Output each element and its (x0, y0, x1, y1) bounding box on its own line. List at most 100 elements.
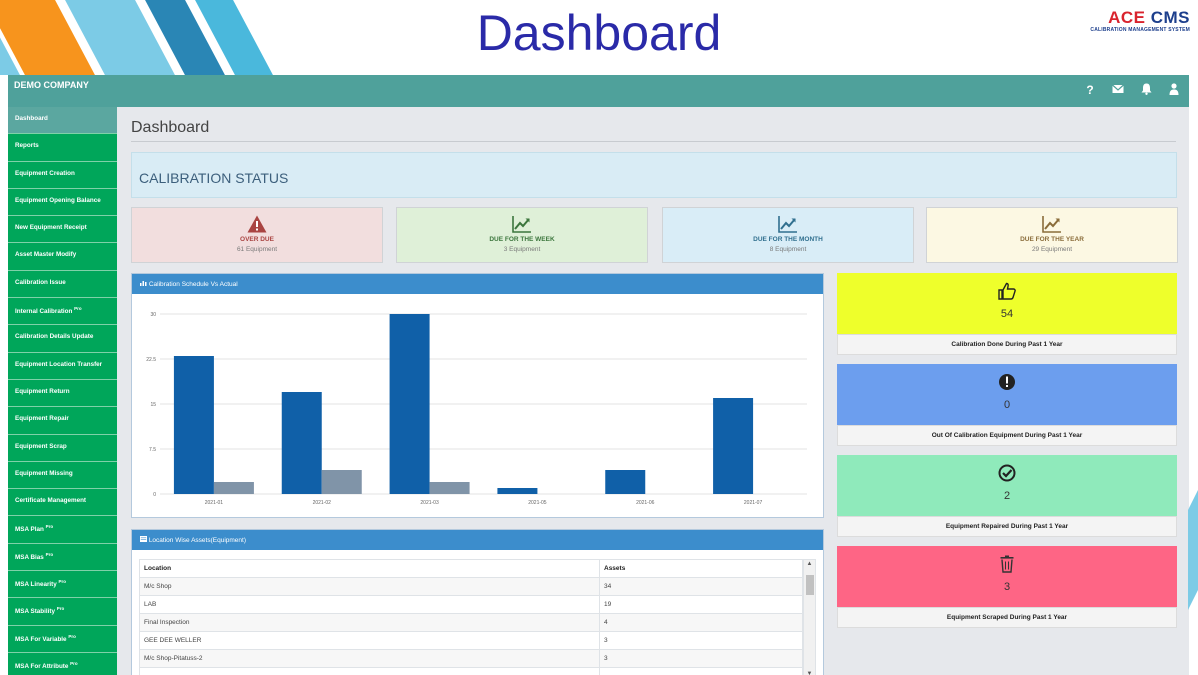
sidebar-item[interactable]: Calibration Details Update (8, 325, 117, 353)
kpi-card[interactable]: 54 Calibration Done During Past 1 Year (837, 273, 1177, 355)
sidebar-item[interactable]: Certificate Management (8, 489, 117, 517)
x-tick-label: 2021-05 (528, 500, 547, 506)
status-card-count: 29 Equipment (1031, 246, 1073, 253)
sidebar-item[interactable]: Calibration Issue (8, 271, 117, 299)
sidebar-item-label: Equipment Missing (15, 469, 73, 477)
thumbs-up-icon (997, 281, 1017, 301)
sidebar-item-label: Asset Master Modify (15, 251, 77, 259)
kpi-card[interactable]: 0 Out Of Calibration Equipment During Pa… (837, 364, 1177, 446)
table-row[interactable]: GEE DEE WELLER 3 (139, 631, 803, 650)
kpi-label: Equipment Scraped During Past 1 Year (837, 607, 1177, 628)
sidebar-item[interactable]: New Equipment Receipt (8, 216, 117, 244)
logo-ace-text: ACE (1108, 8, 1146, 27)
location-assets-table: Location Assets M/c Shop 34 LAB 19 Final Ins… (139, 559, 803, 675)
status-card-count: 3 Equipment (503, 246, 541, 253)
trend-up-icon (397, 215, 647, 235)
y-tick-label: 0 (153, 492, 156, 498)
warning-icon (132, 215, 382, 235)
sidebar-item[interactable]: Equipment Opening Balance (8, 189, 117, 217)
bell-icon[interactable] (1139, 83, 1153, 98)
table-icon (140, 536, 147, 542)
sidebar-item[interactable]: Equipment Repair (8, 407, 117, 435)
sidebar-item[interactable]: Reports (8, 134, 117, 162)
bar (321, 470, 362, 494)
sidebar-item-label: MSA Stability (15, 608, 56, 616)
location-cell (139, 667, 600, 675)
company-name: DEMO COMPANY (14, 80, 89, 90)
x-tick-label: 2021-07 (744, 500, 763, 506)
status-card-title: DUE FOR THE YEAR (1020, 236, 1084, 243)
sidebar-item[interactable]: MSA Stability Pro (8, 598, 117, 626)
check-circle-icon (997, 463, 1017, 483)
sidebar-item[interactable]: MSA Linearity Pro (8, 571, 117, 599)
kpi-card[interactable]: 2 Equipment Repaired During Past 1 Year (837, 455, 1177, 537)
kpi-card-body: 2 (837, 455, 1177, 516)
pro-badge: Pro (68, 633, 76, 639)
status-card[interactable]: OVER DUE 61 Equipment (131, 207, 383, 263)
main-content: Dashboard CALIBRATION STATUS OVER DUE 61… (117, 107, 1189, 675)
user-icon[interactable] (1167, 83, 1181, 98)
y-tick-label: 15 (150, 402, 156, 408)
mail-icon[interactable] (1111, 83, 1125, 98)
assets-cell: 3 (599, 631, 803, 650)
x-tick-label: 2021-02 (313, 500, 332, 506)
sidebar-item[interactable]: MSA For Attribute Pro (8, 653, 117, 675)
trash-icon (997, 554, 1017, 574)
sidebar-item[interactable]: MSA For Variable Pro (8, 626, 117, 653)
logo-subtitle: CALIBRATION MANAGEMENT SYSTEM (1090, 27, 1190, 33)
page-title: Dashboard (131, 119, 210, 136)
table-row[interactable]: LAB 19 (139, 595, 803, 614)
table-row[interactable]: M/c Shop-Pitatuss-2 3 (139, 649, 803, 668)
status-card[interactable]: DUE FOR THE WEEK 3 Equipment (396, 207, 648, 263)
bar (713, 398, 754, 494)
sidebar-item[interactable]: Equipment Scrap (8, 435, 117, 462)
sidebar-item[interactable]: Equipment Location Transfer (8, 353, 117, 380)
assets-cell: 19 (599, 595, 803, 614)
location-cell: Final Inspection (139, 613, 600, 632)
scrollbar-thumb[interactable] (806, 575, 814, 595)
scroll-up-arrow-icon[interactable]: ▲ (804, 561, 815, 567)
kpi-label: Out Of Calibration Equipment During Past… (837, 425, 1177, 446)
column-header-location[interactable]: Location (139, 559, 600, 578)
help-icon[interactable]: ? (1083, 83, 1097, 98)
location-cell: M/c Shop (139, 577, 600, 596)
kpi-value: 0 (1003, 399, 1011, 411)
table-row[interactable] (139, 667, 803, 675)
location-cell: LAB (139, 595, 600, 614)
sidebar-item[interactable]: Asset Master Modify (8, 243, 117, 271)
kpi-label: Equipment Repaired During Past 1 Year (837, 516, 1177, 537)
kpi-card[interactable]: 3 Equipment Scraped During Past 1 Year (837, 546, 1177, 628)
sidebar-item-label: MSA For Attribute (15, 663, 69, 671)
sidebar-item[interactable]: MSA Plan Pro (8, 516, 117, 544)
sidebar-item-label: MSA Linearity (15, 581, 57, 589)
column-header-assets[interactable]: Assets (599, 559, 803, 578)
status-card-title: DUE FOR THE WEEK (489, 236, 555, 243)
sidebar-item-label: Dashboard (15, 115, 48, 122)
sidebar-item[interactable]: Equipment Return (8, 380, 117, 408)
table-row[interactable]: Final Inspection 4 (139, 613, 803, 632)
calibration-bar-chart: 0 7.5 15 22.5 30 2021-01 2021-02 2021-03 2021-05… (146, 312, 807, 506)
table-row[interactable]: M/c Shop 34 (139, 577, 803, 596)
status-card[interactable]: DUE FOR THE YEAR 29 Equipment (926, 207, 1178, 263)
sidebar-item-label: MSA Bias (15, 553, 44, 561)
sidebar-item[interactable]: Equipment Missing (8, 462, 117, 490)
scroll-down-arrow-icon[interactable]: ▼ (804, 671, 815, 675)
sidebar-item[interactable]: Internal Calibration Pro (8, 298, 117, 326)
kpi-card-body: 54 (837, 273, 1177, 334)
pro-badge: Pro (70, 660, 78, 666)
status-card[interactable]: DUE FOR THE MONTH 8 Equipment (662, 207, 914, 263)
x-tick-label: 2021-06 (636, 500, 655, 506)
top-navbar: DEMO COMPANY ? (8, 75, 1189, 107)
bar (281, 392, 322, 494)
status-card-count: 61 Equipment (236, 246, 278, 253)
bar (429, 482, 470, 494)
trend-up-icon (663, 215, 913, 235)
sidebar-item[interactable]: MSA Bias Pro (8, 544, 117, 572)
status-card-title: OVER DUE (240, 236, 274, 243)
kpi-card-body: 0 (837, 364, 1177, 425)
pro-badge: Pro (45, 551, 54, 557)
table-scrollbar[interactable]: ▲ ▼ (803, 559, 816, 675)
sidebar-item[interactable]: Dashboard (8, 107, 117, 135)
sidebar-item[interactable]: Equipment Creation (8, 162, 117, 189)
kpi-value: 2 (1003, 490, 1011, 502)
